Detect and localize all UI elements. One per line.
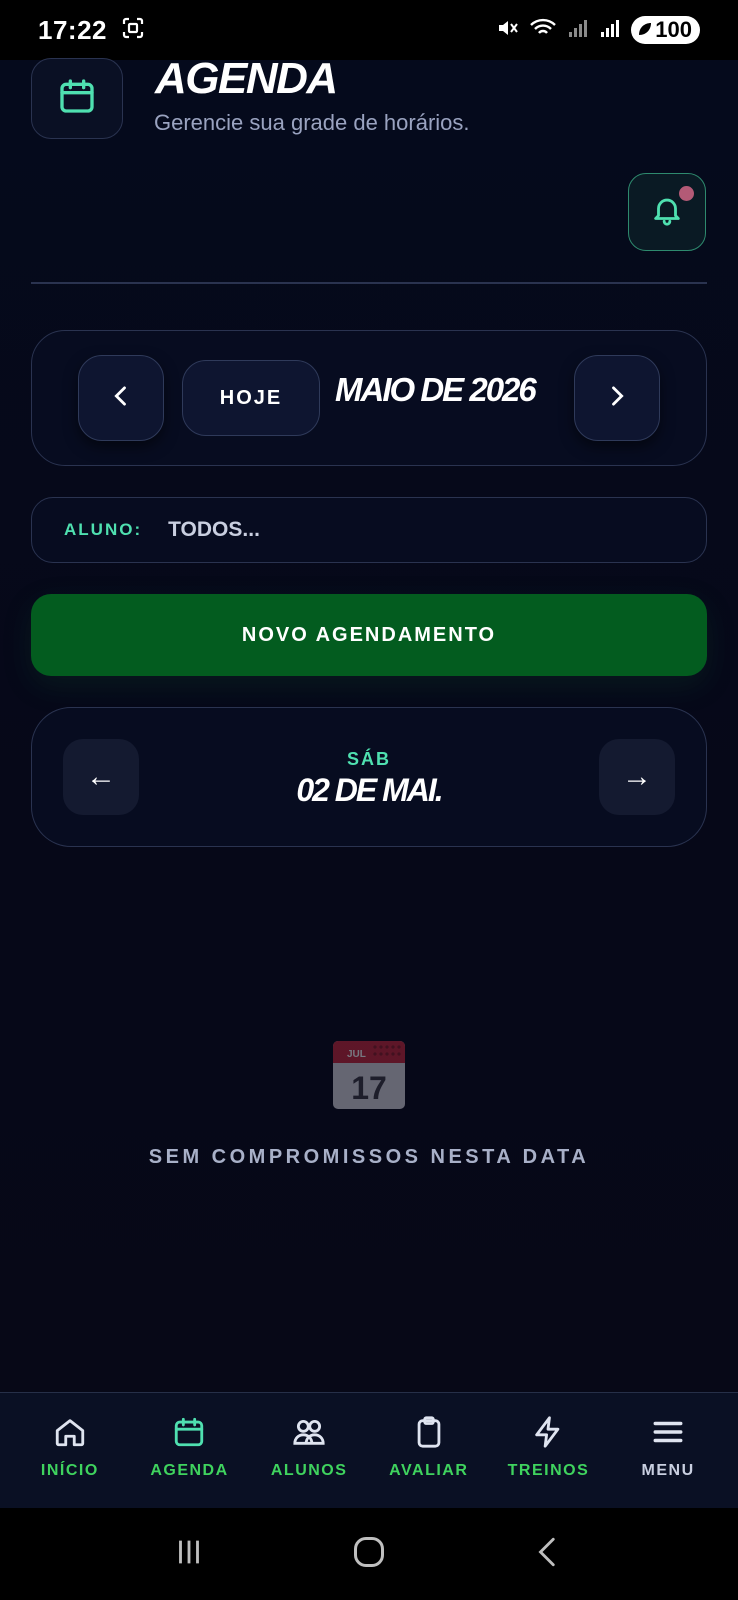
calendar-emoji-day: 17 — [351, 1070, 387, 1106]
student-filter-label: ALUNO: — [64, 520, 143, 539]
student-filter[interactable]: ALUNO: TODOS... — [31, 497, 707, 563]
status-left: 17:22 — [38, 15, 145, 46]
nav-label-menu: MENU — [641, 1462, 695, 1479]
empty-state-message: SEM COMPROMISSOS NESTA DATA — [148, 1146, 590, 1168]
status-bar: 17:22 100 — [0, 0, 738, 60]
nav-label-inicio: INÍCIO — [40, 1462, 99, 1479]
nav-item-agenda[interactable]: AGENDA — [130, 1415, 248, 1480]
menu-icon — [651, 1415, 685, 1454]
signal-icon-2 — [599, 17, 621, 44]
clipboard-icon — [412, 1415, 446, 1454]
student-filter-value[interactable]: TODOS... — [168, 518, 260, 542]
nav-label-avaliar: AVALIAR — [389, 1462, 469, 1479]
day-navigator: ← SÁB 02 DE MAI. → — [31, 707, 707, 847]
nav-label-treinos: TREINOS — [507, 1462, 590, 1479]
mute-icon — [495, 16, 519, 45]
battery-leaf-icon — [637, 17, 653, 43]
battery-indicator: 100 — [631, 16, 700, 44]
home-icon — [53, 1415, 87, 1454]
calendar-icon — [172, 1415, 206, 1454]
nav-item-avaliar[interactable]: AVALIAR — [370, 1415, 488, 1480]
arrow-right-icon: → — [622, 760, 652, 793]
chevron-right-icon — [603, 382, 631, 415]
bottom-navigation: INÍCIO AGENDA ALUNOS AVALIAR TREINOS MEN… — [0, 1392, 738, 1508]
home-button[interactable] — [351, 1534, 387, 1575]
next-day-button[interactable]: → — [599, 739, 675, 815]
status-right: 100 — [495, 16, 700, 45]
nav-label-agenda: AGENDA — [150, 1462, 229, 1479]
wifi-icon — [529, 16, 557, 45]
nav-item-treinos[interactable]: TREINOS — [489, 1415, 607, 1480]
calendar-emoji-icon: JUL 17 — [333, 1041, 405, 1109]
calendar-icon — [57, 76, 97, 121]
users-icon — [292, 1415, 326, 1454]
page-subtitle: Gerencie sua grade de horários. — [154, 110, 470, 135]
signal-icon — [567, 17, 589, 44]
next-month-button[interactable] — [574, 355, 660, 441]
screen-record-icon — [121, 16, 145, 45]
calendar-emoji-month: JUL — [347, 1049, 366, 1060]
prev-month-button[interactable] — [78, 355, 164, 441]
bolt-icon — [531, 1415, 565, 1454]
status-time: 17:22 — [38, 14, 107, 45]
back-button[interactable] — [532, 1535, 566, 1574]
chevron-left-icon — [107, 382, 135, 415]
nav-item-inicio[interactable]: INÍCIO — [11, 1415, 129, 1480]
battery-level: 100 — [655, 17, 692, 42]
nav-label-alunos: ALUNOS — [270, 1462, 348, 1479]
new-appointment-button[interactable]: NOVO AGENDAMENTO — [31, 594, 707, 676]
notification-dot — [679, 186, 694, 201]
month-navigator: HOJE MAIO DE 2026 — [31, 330, 707, 466]
header-icon-box — [31, 58, 123, 139]
nav-item-alunos[interactable]: ALUNOS — [250, 1415, 368, 1480]
app-screen: AGENDA Gerencie sua grade de horários. H… — [0, 54, 738, 1392]
bell-icon — [650, 193, 684, 232]
system-navigation-bar — [0, 1508, 738, 1600]
recent-apps-button[interactable] — [172, 1535, 206, 1574]
empty-state: JUL 17 SEM COMPROMISSOS NESTA DATA — [0, 1035, 738, 1169]
nav-item-menu[interactable]: MENU — [609, 1415, 727, 1480]
notifications-button[interactable] — [628, 173, 706, 251]
page-title: AGENDA — [155, 54, 338, 103]
header-divider — [31, 282, 707, 284]
today-button[interactable]: HOJE — [182, 360, 320, 436]
month-label: MAIO DE 2026 — [335, 371, 537, 408]
